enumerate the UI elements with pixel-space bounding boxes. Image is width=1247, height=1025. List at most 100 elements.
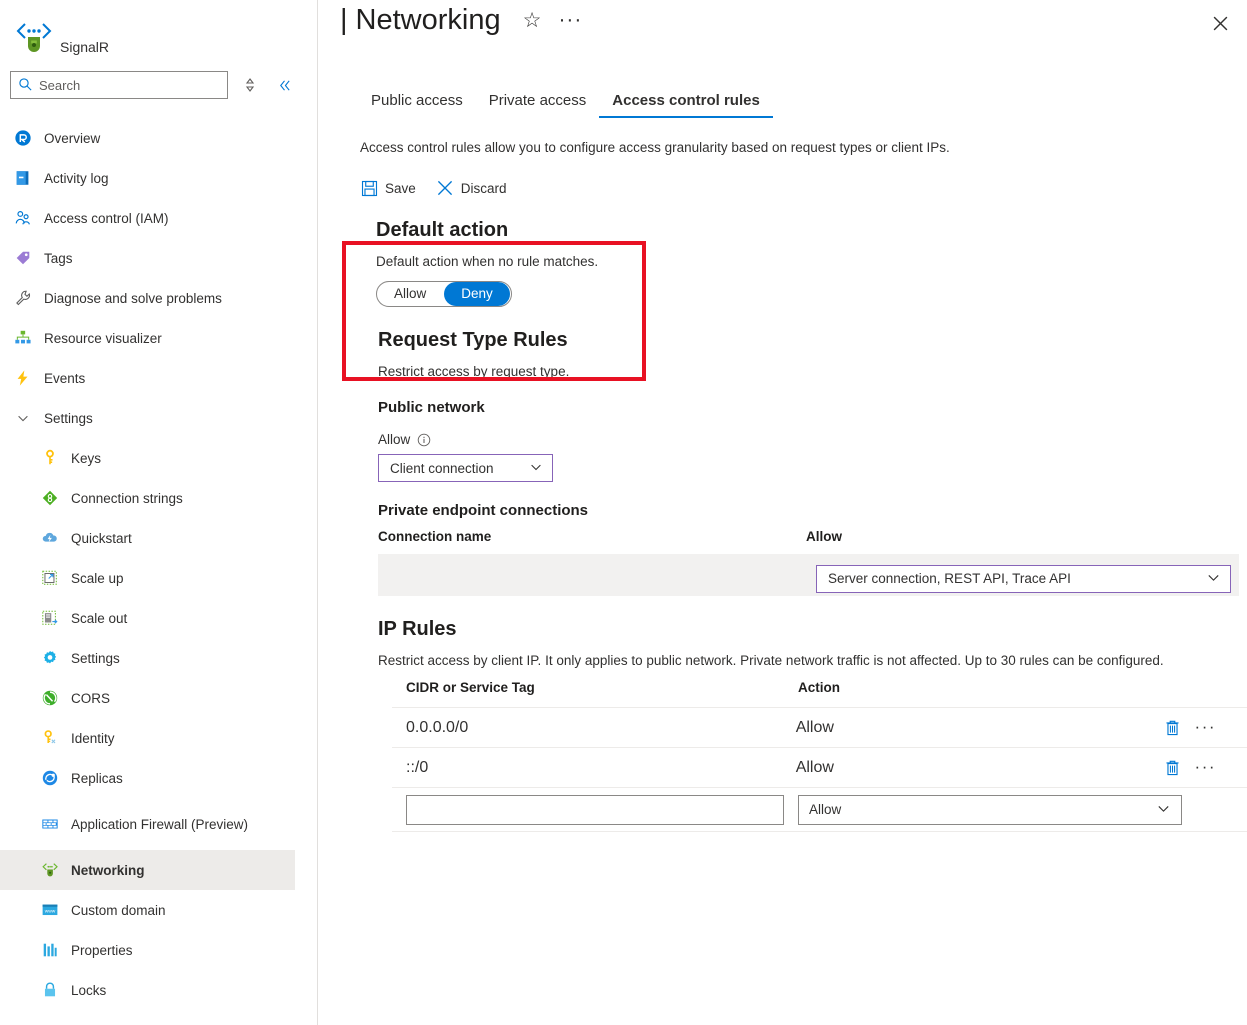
sidebar-item-tags[interactable]: Tags [0,238,295,278]
chevron-down-icon [1206,570,1221,588]
default-action-heading: Default action [376,219,1247,242]
events-lightning-icon [13,368,33,388]
public-network-allow-label-row: Allow [378,432,1247,447]
sort-icon[interactable] [241,76,258,94]
sidebar-item-replicas[interactable]: Replicas [0,758,295,798]
ellipsis-icon[interactable]: ··· [1195,763,1216,772]
new-cidr-input[interactable] [406,795,784,825]
page-title-text: Networking [356,4,501,37]
ellipsis-icon[interactable]: ··· [558,14,582,27]
table-header-row: CIDR or Service Tag Action [392,680,1247,707]
new-action-value: Allow [809,802,841,817]
sidebar-group-label: Settings [44,411,93,426]
chevron-down-icon [13,408,33,428]
sidebar-item-label: CORS [71,691,110,706]
column-header-allow: Allow [806,529,1239,544]
default-action-toggle[interactable]: Allow Deny [376,281,512,307]
close-icon[interactable] [1206,9,1234,37]
sidebar-group-settings[interactable]: Settings [0,398,295,438]
request-type-rules-description: Restrict access by request type. [378,364,1247,379]
tab-private-access[interactable]: Private access [476,92,600,118]
search-placeholder-text: Search [39,78,80,93]
sidebar-item-label: Scale out [71,611,127,626]
tab-public-access[interactable]: Public access [358,92,476,118]
sidebar-item-keys[interactable]: Keys [0,438,295,478]
sidebar-item-cors[interactable]: CORS [0,678,295,718]
sidebar-item-label: Resource visualizer [44,331,162,346]
sidebar-item-events[interactable]: Events [0,358,295,398]
key-icon [40,448,60,468]
sidebar-item-scale-up[interactable]: Scale up [0,558,295,598]
ip-rules-table: CIDR or Service Tag Action 0.0.0.0/0 All… [392,680,1247,832]
trash-icon[interactable] [1164,759,1181,777]
sidebar-item-label: Properties [71,943,133,958]
save-label: Save [385,181,416,196]
double-chevron-left-icon[interactable] [276,76,293,94]
access-control-rules-pane: Access control rules allow you to config… [318,132,1247,1025]
sidebar-item-locks[interactable]: Locks [0,970,295,1010]
public-network-allow-dropdown[interactable]: Client connection [378,454,553,482]
sidebar-item-connection-strings[interactable]: Connection strings [0,478,295,518]
chevron-down-icon [529,460,543,477]
sidebar-item-quickstart[interactable]: Quickstart [0,518,295,558]
sidebar-item-properties[interactable]: Properties [0,930,295,970]
tab-label: Public access [371,92,463,109]
tab-access-control-rules[interactable]: Access control rules [599,92,773,118]
sidebar-item-label: Settings [71,651,120,666]
column-header-cidr: CIDR or Service Tag [406,680,798,695]
sidebar-item-label: Keys [71,451,101,466]
sidebar-item-label: Diagnose and solve problems [44,291,222,306]
ellipsis-icon[interactable]: ··· [1195,723,1216,732]
save-icon [360,179,378,197]
sidebar-item-diagnose[interactable]: Diagnose and solve problems [0,278,295,318]
trash-icon[interactable] [1164,719,1181,737]
replicas-icon [40,768,60,788]
resource-name: SignalR [60,39,109,55]
info-icon[interactable] [417,433,431,447]
overview-icon [13,128,33,148]
sidebar-item-label: Networking [71,863,145,878]
sidebar-item-access-control[interactable]: Access control (IAM) [0,198,295,238]
networking-icon [40,860,60,880]
search-input[interactable]: Search [10,71,228,99]
signalr-icon [14,18,54,58]
wrench-icon [13,288,33,308]
sidebar-item-label: Application Firewall (Preview) [71,816,248,833]
request-type-rules-heading: Request Type Rules [378,329,1247,352]
lock-icon [40,980,60,1000]
sidebar-item-identity[interactable]: Identity [0,718,295,758]
sidebar-item-settings[interactable]: Settings [0,638,295,678]
sidebar-item-resource-visualizer[interactable]: Resource visualizer [0,318,295,358]
properties-icon [40,940,60,960]
resource-header: SignalR [0,0,303,62]
sidebar-item-application-firewall[interactable]: Application Firewall (Preview) [0,798,295,850]
sidebar-item-overview[interactable]: Overview [0,118,295,158]
default-action-section: Default action Default action when no ru… [360,219,1247,307]
gear-icon [40,648,60,668]
scale-up-icon [40,568,60,588]
svg-text:www: www [45,910,56,915]
custom-domain-icon: www [40,900,60,920]
table-header-row: Connection name Allow [378,529,1239,554]
default-action-option-allow[interactable]: Allow [377,282,443,306]
star-icon[interactable]: ☆ [523,10,542,31]
firewall-icon [40,814,60,834]
table-row: Server connection, REST API, Trace API [378,554,1239,596]
request-type-rules-section: Request Type Rules Restrict access by re… [360,329,1247,519]
command-bar: Save Discard [360,179,1247,197]
table-row: 0.0.0.0/0 Allow ··· [392,707,1247,747]
discard-button[interactable]: Discard [436,179,517,197]
default-action-option-deny[interactable]: Deny [444,282,510,306]
sidebar-item-custom-domain[interactable]: www Custom domain [0,890,295,930]
identity-key-icon [40,728,60,748]
new-action-dropdown[interactable]: Allow [798,795,1182,825]
sidebar-item-label: Tags [44,251,73,266]
default-action-description: Default action when no rule matches. [376,254,1247,269]
tab-label: Access control rules [612,92,760,109]
search-row: Search [0,68,303,102]
sidebar-item-activity-log[interactable]: Activity log [0,158,295,198]
private-endpoint-allow-dropdown[interactable]: Server connection, REST API, Trace API [816,565,1231,593]
sidebar-item-scale-out[interactable]: Scale out [0,598,295,638]
sidebar-item-networking[interactable]: Networking [0,850,295,890]
save-button[interactable]: Save [360,179,426,197]
